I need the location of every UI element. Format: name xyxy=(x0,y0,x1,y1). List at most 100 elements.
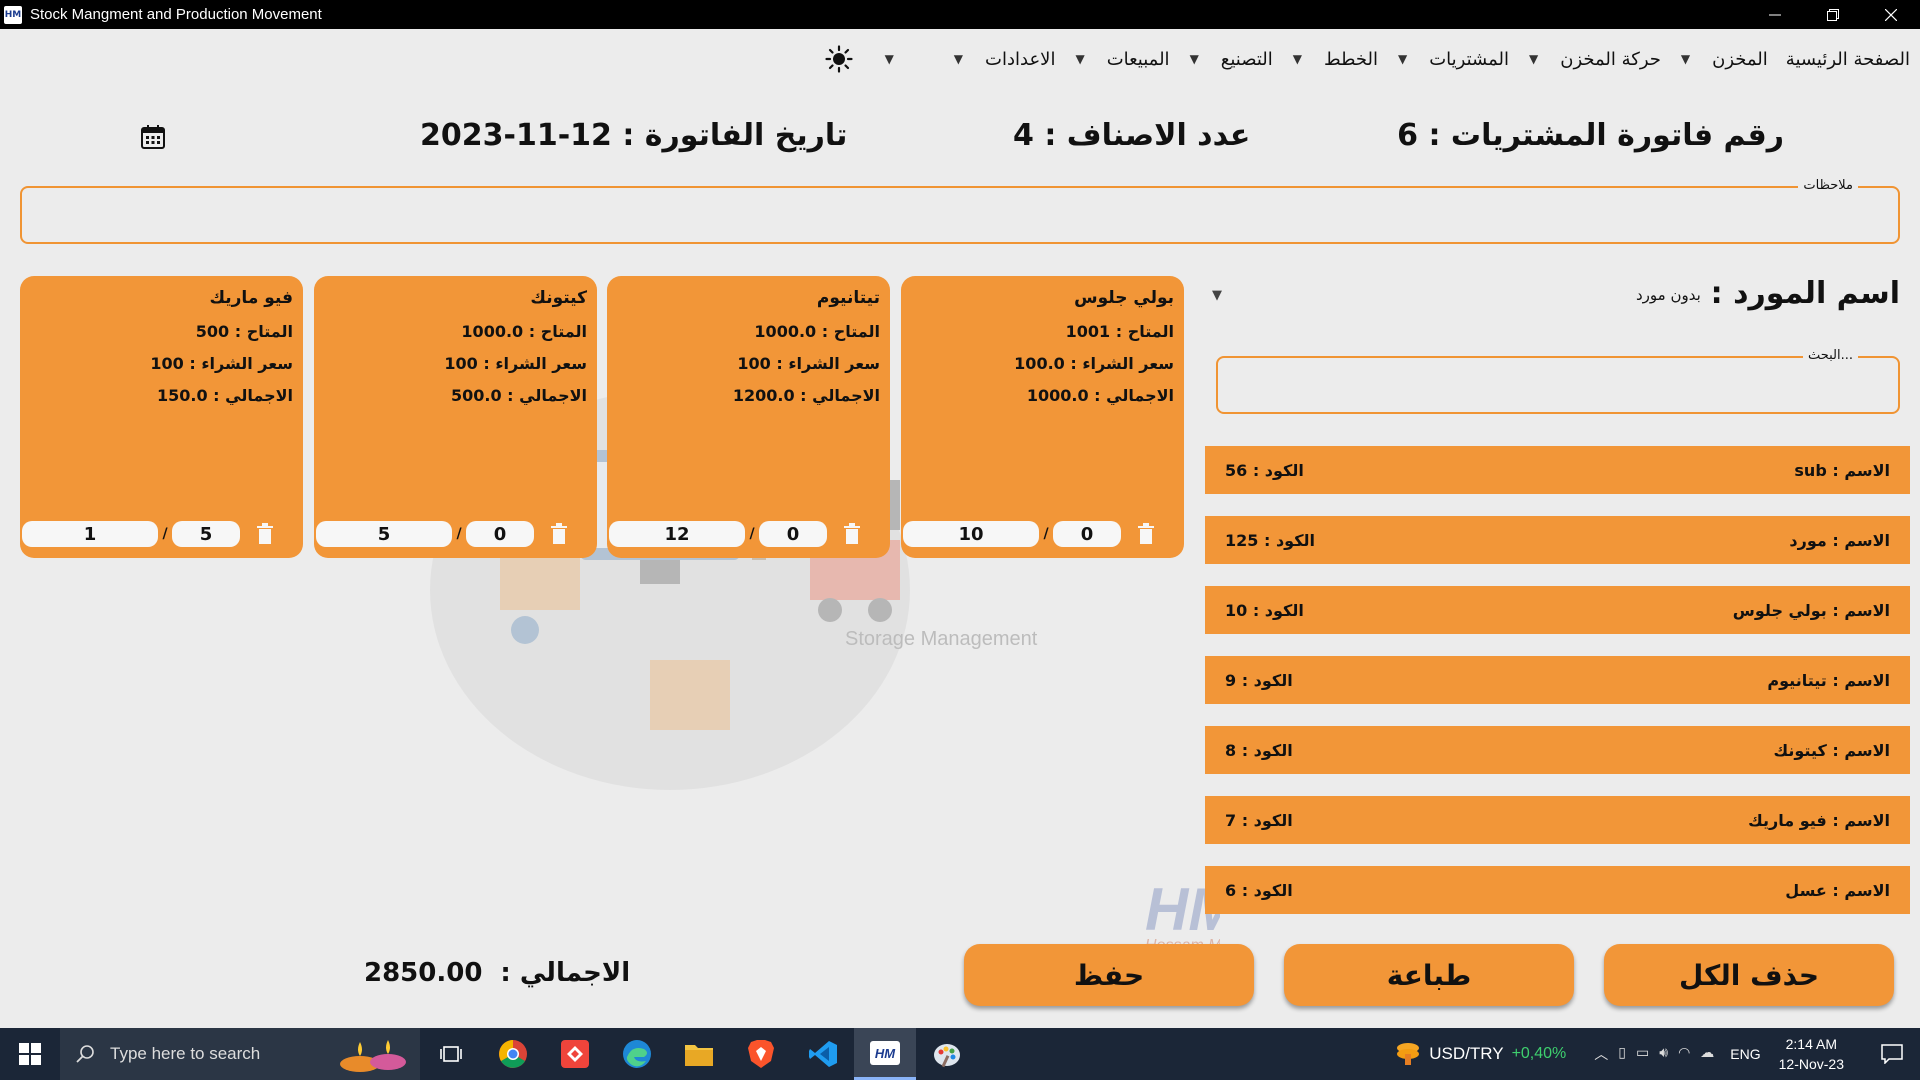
taskbar-app-paint[interactable] xyxy=(916,1028,978,1080)
list-item-name: الاسم : كيتونك xyxy=(1773,740,1890,760)
trash-icon[interactable] xyxy=(843,523,861,545)
start-button[interactable] xyxy=(0,1028,60,1080)
grand-total: 2850.00 الاجمالي : xyxy=(364,958,630,988)
chevron-down-icon: ▼ xyxy=(1397,52,1408,66)
menu-stock-movement[interactable]: حركة المخزن ▼ xyxy=(1509,49,1661,70)
minimize-icon xyxy=(1769,14,1781,15)
search-label: البحث... xyxy=(1802,348,1858,363)
volume-icon[interactable]: 🔊︎ xyxy=(1659,1044,1668,1064)
chevron-down-icon[interactable]: ▼ xyxy=(1212,288,1222,303)
diwali-lamp-icon xyxy=(340,1040,406,1072)
chevron-up-icon[interactable]: ︿ xyxy=(1594,1044,1608,1064)
list-item-name: الاسم : sub xyxy=(1794,460,1890,480)
delete-all-button[interactable]: حذف الكل xyxy=(1604,944,1894,1006)
quantity-input[interactable]: 1 xyxy=(22,521,158,547)
card-total: الاجمالي : 500.0 xyxy=(450,386,587,405)
quantity-input[interactable]: 5 xyxy=(316,521,452,547)
chevron-down-icon: ▼ xyxy=(953,52,964,66)
list-item[interactable]: الكود : 8 الاسم : كيتونك xyxy=(1205,726,1910,774)
secondary-quantity-input[interactable]: 5 xyxy=(172,521,240,547)
notifications-icon[interactable] xyxy=(1870,1044,1914,1064)
card-product-name: فيو ماريك xyxy=(209,288,293,308)
separator: / xyxy=(749,526,755,542)
windows-icon xyxy=(19,1043,41,1065)
save-button[interactable]: حفظ xyxy=(964,944,1254,1006)
secondary-quantity-input[interactable]: 0 xyxy=(466,521,534,547)
menu-purchases[interactable]: المشتريات ▼ xyxy=(1378,49,1509,70)
menu-settings[interactable]: الاعدادات ▼ xyxy=(934,49,1056,70)
secondary-quantity-input[interactable]: 0 xyxy=(759,521,827,547)
clock-time: 2:14 AM xyxy=(1785,1036,1837,1052)
device-icon[interactable]: ▯ xyxy=(1618,1044,1626,1064)
calendar-icon[interactable] xyxy=(140,124,166,154)
task-view-button[interactable] xyxy=(420,1028,482,1080)
menu-theme[interactable]: ▼ xyxy=(824,45,894,73)
quantity-input[interactable]: 12 xyxy=(609,521,745,547)
card-price: سعر الشراء : 100 xyxy=(737,354,880,373)
search-field[interactable]: البحث... xyxy=(1216,348,1900,414)
list-item[interactable]: الكود : 7 الاسم : فيو ماريك xyxy=(1205,796,1910,844)
search-placeholder: Type here to search xyxy=(110,1044,261,1063)
brave-icon xyxy=(748,1040,774,1068)
minimize-button[interactable] xyxy=(1746,0,1804,29)
notes-label: ملاحظات xyxy=(1798,178,1858,193)
search-input[interactable] xyxy=(1218,358,1898,412)
list-item-code: الكود : 9 xyxy=(1225,670,1293,690)
taskbar-search[interactable]: Type here to search xyxy=(60,1028,420,1080)
currency-widget[interactable]: USD/TRY +0,40% xyxy=(1395,1042,1566,1066)
quantity-input[interactable]: 10 xyxy=(903,521,1039,547)
battery-icon[interactable]: ▭ xyxy=(1636,1044,1649,1064)
list-item[interactable]: الكود : 6 الاسم : عسل xyxy=(1205,866,1910,914)
menu-store-label: المخزن xyxy=(1712,48,1768,70)
taskbar-app-vscode[interactable] xyxy=(792,1028,854,1080)
list-item[interactable]: الكود : 9 الاسم : تيتانيوم xyxy=(1205,656,1910,704)
app-logo-icon: HM xyxy=(4,5,22,24)
menu-sales[interactable]: المبيعات ▼ xyxy=(1055,49,1169,70)
language-indicator[interactable]: ENG xyxy=(1730,1046,1760,1062)
trash-icon[interactable] xyxy=(1137,523,1155,545)
wifi-icon[interactable]: ◠ xyxy=(1678,1044,1690,1064)
menu-manufacturing[interactable]: التصنيع ▼ xyxy=(1170,49,1273,70)
onedrive-icon[interactable]: ☁ xyxy=(1700,1044,1714,1064)
invoice-number: رقم فاتورة المشتريات : 6 xyxy=(1397,118,1784,153)
supplier-label: اسم المورد : xyxy=(1710,276,1900,311)
card-product-name: بولي جلوس xyxy=(1074,288,1174,308)
list-item-code: الكود : 10 xyxy=(1225,600,1304,620)
chevron-down-icon: ▼ xyxy=(1075,52,1085,66)
menu-plans-label: الخطط xyxy=(1324,48,1378,70)
grand-total-label: الاجمالي : xyxy=(500,958,631,988)
list-item[interactable]: الكود : 125 الاسم : مورد xyxy=(1205,516,1910,564)
restore-button[interactable] xyxy=(1804,0,1862,29)
taskbar-app-chrome[interactable] xyxy=(482,1028,544,1080)
print-button[interactable]: طباعة xyxy=(1284,944,1574,1006)
taskbar-app-edge[interactable] xyxy=(606,1028,668,1080)
list-item[interactable]: الكود : 10 الاسم : بولي جلوس xyxy=(1205,586,1910,634)
clock[interactable]: 2:14 AM 12-Nov-23 xyxy=(1779,1034,1844,1074)
notes-field[interactable]: ملاحظات xyxy=(20,178,1900,244)
taskbar-app-anydesk[interactable] xyxy=(544,1028,606,1080)
anydesk-icon xyxy=(561,1040,589,1068)
list-item-name: الاسم : تيتانيوم xyxy=(1767,670,1890,690)
taskbar-app-file-explorer[interactable] xyxy=(668,1028,730,1080)
search-icon xyxy=(76,1045,94,1063)
card-total: الاجمالي : 1200.0 xyxy=(732,386,880,405)
menu-home[interactable]: الصفحة الرئيسية xyxy=(1786,49,1910,70)
card-available: المتاح : 500 xyxy=(195,322,293,341)
trash-icon[interactable] xyxy=(256,523,274,545)
secondary-quantity-input[interactable]: 0 xyxy=(1053,521,1121,547)
taskbar-app-brave[interactable] xyxy=(730,1028,792,1080)
supplier-select[interactable]: بدون مورد xyxy=(1636,286,1701,304)
card-available: المتاح : 1000.0 xyxy=(461,322,587,341)
list-item[interactable]: الكود : 56 الاسم : sub xyxy=(1205,446,1910,494)
close-button[interactable] xyxy=(1862,0,1920,29)
menu-purchases-label: المشتريات xyxy=(1429,48,1509,70)
menu-store[interactable]: المخزن ▼ xyxy=(1661,49,1768,70)
trash-icon[interactable] xyxy=(550,523,568,545)
product-card: تيتانيوم المتاح : 1000.0 سعر الشراء : 10… xyxy=(607,276,890,558)
separator: / xyxy=(456,526,462,542)
menu-plans[interactable]: الخطط ▼ xyxy=(1273,49,1378,70)
taskbar-app-stock-manager[interactable]: HM xyxy=(854,1028,916,1080)
notes-input[interactable] xyxy=(22,188,1898,242)
card-product-name: تيتانيوم xyxy=(816,288,880,308)
item-count: عدد الاصناف : 4 xyxy=(1013,118,1251,153)
